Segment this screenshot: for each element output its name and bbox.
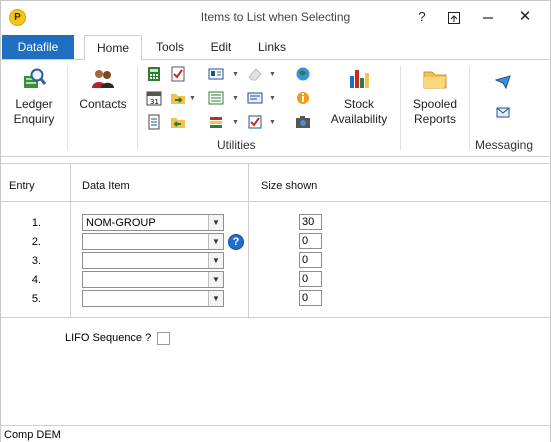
app-window: P Items to List when Selecting ? ✕ Dataf… [0, 0, 551, 442]
info-icon[interactable] [295, 90, 311, 106]
folder-arrow-icon[interactable] [170, 90, 186, 106]
row-number: 2. [31, 236, 41, 248]
row-number: 4. [31, 274, 41, 286]
grid-header-divider [1, 201, 550, 202]
utilities-group-label: Utilities [217, 138, 256, 152]
grid-border-bottom [1, 317, 550, 318]
chevron-down-icon[interactable]: ▼ [208, 272, 223, 287]
data-item-select-1[interactable]: NOM-GROUP ▼ [82, 214, 224, 231]
folder-icon [423, 71, 447, 89]
chevron-down-icon[interactable]: ▼ [208, 215, 223, 230]
restore-icon [448, 11, 460, 24]
ribbon: Ledger Enquiry Contacts 31 ▼ ▼ ▼ ▼ ▼ ▼ ▼… [1, 59, 550, 157]
globe-icon[interactable] [295, 66, 311, 82]
calendar-icon[interactable]: 31 [146, 90, 162, 106]
svg-text:31: 31 [150, 98, 159, 106]
ribbon-separator [67, 66, 68, 150]
ledger-enquiry-button[interactable]: Ledger Enquiry [9, 66, 59, 127]
tab-links[interactable]: Links [247, 35, 297, 59]
contacts-button[interactable]: Contacts [75, 66, 131, 112]
books-icon[interactable] [208, 114, 224, 130]
task-check-icon[interactable] [247, 114, 263, 130]
document-icon[interactable] [146, 114, 162, 130]
checklist-icon[interactable] [170, 66, 186, 82]
chevron-down-icon[interactable]: ▼ [269, 95, 276, 102]
header-entry: Entry [9, 180, 35, 192]
chevron-down-icon[interactable]: ▼ [232, 95, 239, 102]
chevron-down-icon[interactable]: ▼ [232, 119, 239, 126]
contacts-label: Contacts [79, 97, 127, 111]
chevron-down-icon[interactable]: ▼ [189, 95, 196, 102]
spooled-reports-label-2: Reports [413, 112, 457, 126]
tab-datafile[interactable]: Datafile [2, 35, 74, 59]
contacts-icon [92, 70, 114, 88]
status-bar: Comp DEM [1, 425, 550, 442]
id-card-icon[interactable] [208, 66, 224, 82]
messaging-group-label: Messaging [475, 138, 534, 152]
ribbon-tabs: Datafile Home Tools Edit Links [1, 35, 550, 60]
window-title: Items to List when Selecting [200, 10, 351, 24]
title-bar: P Items to List when Selecting ? ✕ [1, 1, 550, 34]
eraser-icon[interactable] [247, 66, 263, 82]
close-button[interactable]: ✕ [512, 5, 538, 29]
chevron-down-icon[interactable]: ▼ [208, 234, 223, 249]
row-number: 1. [31, 217, 41, 229]
size-input-3[interactable]: 0 [299, 252, 322, 268]
ledger-enquiry-label-2: Enquiry [13, 112, 55, 126]
envelope-icon[interactable] [495, 104, 511, 120]
ribbon-separator [137, 66, 138, 150]
lifo-sequence-label: LIFO Sequence ? [65, 332, 152, 344]
data-item-select-2[interactable]: ▼ [82, 233, 224, 250]
chevron-down-icon[interactable]: ▼ [208, 291, 223, 306]
grid-column-divider [248, 163, 249, 318]
tab-home[interactable]: Home [84, 35, 142, 60]
row-number: 3. [31, 255, 41, 267]
tab-edit[interactable]: Edit [201, 35, 241, 59]
ledger-enquiry-label-1: Ledger [15, 97, 53, 111]
spooled-reports-button[interactable]: Spooled Reports [407, 66, 463, 127]
minimize-button[interactable] [475, 5, 501, 29]
calculator-icon[interactable] [146, 66, 162, 82]
minimize-icon [483, 16, 493, 19]
chevron-down-icon[interactable]: ▼ [269, 71, 276, 78]
size-input-5[interactable]: 0 [299, 290, 322, 306]
size-input-1[interactable]: 30 [299, 214, 322, 230]
form-icon[interactable] [247, 90, 263, 106]
camera-icon[interactable] [295, 114, 311, 130]
stock-availability-label-2: Availability [330, 112, 388, 126]
bar-chart-icon [350, 70, 369, 88]
folder-back-icon[interactable] [170, 114, 186, 130]
ledger-search-icon [24, 68, 47, 88]
header-size-shown: Size shown [261, 180, 318, 192]
size-input-4[interactable]: 0 [299, 271, 322, 287]
lifo-sequence-checkbox[interactable] [157, 332, 170, 345]
grid-border-top [1, 163, 550, 164]
data-item-select-3[interactable]: ▼ [82, 252, 224, 269]
tab-tools[interactable]: Tools [145, 35, 195, 59]
data-item-select-5[interactable]: ▼ [82, 290, 224, 307]
size-input-2[interactable]: 0 [299, 233, 322, 249]
restore-button[interactable] [441, 5, 467, 29]
status-text: Comp DEM [4, 429, 61, 441]
data-item-help-button[interactable]: ? [228, 234, 244, 250]
list-grid-icon[interactable] [208, 90, 224, 106]
ribbon-separator [469, 66, 470, 150]
help-button[interactable]: ? [409, 5, 435, 29]
chevron-down-icon[interactable]: ▼ [208, 253, 223, 268]
stock-availability-label-1: Stock [343, 97, 374, 111]
stock-availability-button[interactable]: Stock Availability [327, 66, 391, 127]
chevron-down-icon[interactable]: ▼ [232, 71, 239, 78]
data-item-value: NOM-GROUP [86, 217, 156, 229]
spooled-reports-label-1: Spooled [412, 97, 458, 111]
ribbon-separator [400, 66, 401, 150]
row-number: 5. [31, 293, 41, 305]
chevron-down-icon[interactable]: ▼ [269, 119, 276, 126]
send-message-icon[interactable] [495, 74, 511, 90]
data-item-select-4[interactable]: ▼ [82, 271, 224, 288]
header-data-item: Data Item [82, 180, 130, 192]
grid-column-divider [70, 163, 71, 318]
